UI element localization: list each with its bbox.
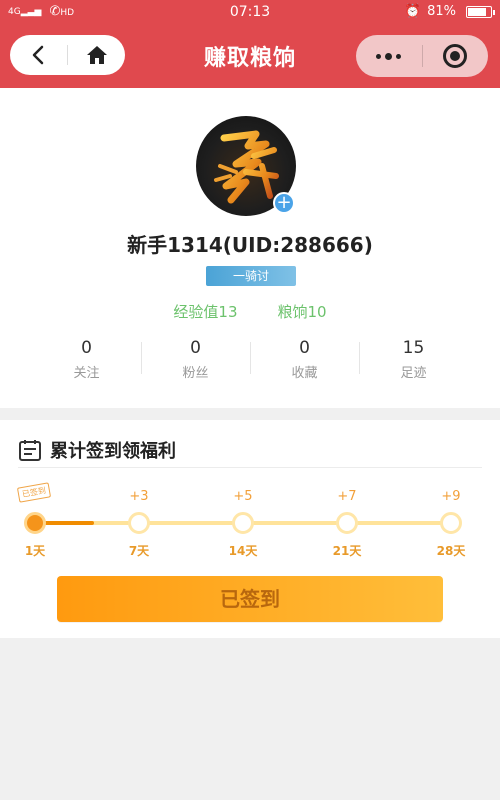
count-value: 0 xyxy=(299,338,310,358)
stats-line: 经验值13 粮饷10 xyxy=(0,301,500,322)
close-miniprogram-button[interactable] xyxy=(423,35,489,77)
milestone-node-28[interactable] xyxy=(440,512,462,534)
milestone-node-21[interactable] xyxy=(336,512,358,534)
battery-percent: 81% xyxy=(427,4,456,19)
fans-count[interactable]: 0 粉丝 xyxy=(141,338,250,381)
milestone-day: 14天 xyxy=(228,544,258,558)
alarm-icon: ⏰ xyxy=(404,4,422,19)
more-dots-icon xyxy=(376,52,402,60)
target-icon xyxy=(443,44,468,68)
milestone-day: 21天 xyxy=(332,544,362,558)
milestone-day: 1天 xyxy=(24,544,46,558)
milestone-day: 28天 xyxy=(436,544,466,558)
profile-card: + 新手1314(UID:288666) 一骑讨 经验值13 粮饷10 0 关注… xyxy=(0,88,500,408)
provisions-value: 粮饷10 xyxy=(277,303,327,321)
signin-header: 累计签到领福利 xyxy=(18,432,482,468)
milestone-node-7[interactable] xyxy=(128,512,150,534)
follow-count[interactable]: 0 关注 xyxy=(32,338,141,381)
username: 新手1314(UID:288666) xyxy=(127,233,373,257)
signed-stamp: 已签到 xyxy=(16,482,52,503)
more-button[interactable] xyxy=(356,35,422,77)
milestone-node-1[interactable] xyxy=(24,512,46,534)
count-value: 15 xyxy=(402,338,425,358)
calendar-icon xyxy=(19,439,41,461)
footprints-count[interactable]: 15 足迹 xyxy=(359,338,468,381)
counts-row: 0 关注 0 粉丝 0 收藏 15 足迹 xyxy=(32,338,468,381)
menu-capsule xyxy=(356,35,488,77)
exp-value: 经验值13 xyxy=(173,303,238,321)
status-right: ⏰ 81% xyxy=(404,4,495,19)
signed-in-button[interactable]: 已签到 xyxy=(57,576,443,622)
count-label: 关注 xyxy=(73,366,100,381)
app-header: 赚取粮饷 xyxy=(0,24,500,88)
milestone-reward: +7 xyxy=(337,489,357,504)
milestone-node-14[interactable] xyxy=(232,512,254,534)
favorites-count[interactable]: 0 收藏 xyxy=(250,338,359,381)
count-label: 足迹 xyxy=(400,366,427,381)
count-label: 收藏 xyxy=(291,366,318,381)
battery-fill xyxy=(468,7,486,16)
signin-track: 已签到 +3 +5 +7 +9 1天 7天 14天 21天 28天 xyxy=(0,480,500,570)
count-value: 0 xyxy=(190,338,201,358)
signin-title: 累计签到领福利 xyxy=(50,440,176,462)
signin-card: 累计签到领福利 已签到 +3 +5 +7 +9 1天 7天 14天 21天 28… xyxy=(0,420,500,638)
milestone-reward: +9 xyxy=(441,489,461,504)
milestone-reward: +3 xyxy=(129,489,149,504)
status-bar: 4G▂▃▅ ✆HD 07:13 ⏰ 81% xyxy=(0,0,500,24)
count-label: 粉丝 xyxy=(182,366,209,381)
add-avatar-icon[interactable]: + xyxy=(273,192,295,214)
battery-icon xyxy=(466,5,495,18)
milestone-day: 7天 xyxy=(128,544,150,558)
milestone-reward: +5 xyxy=(233,489,253,504)
count-value: 0 xyxy=(81,338,92,358)
rank-badge: 一骑讨 xyxy=(206,266,296,286)
